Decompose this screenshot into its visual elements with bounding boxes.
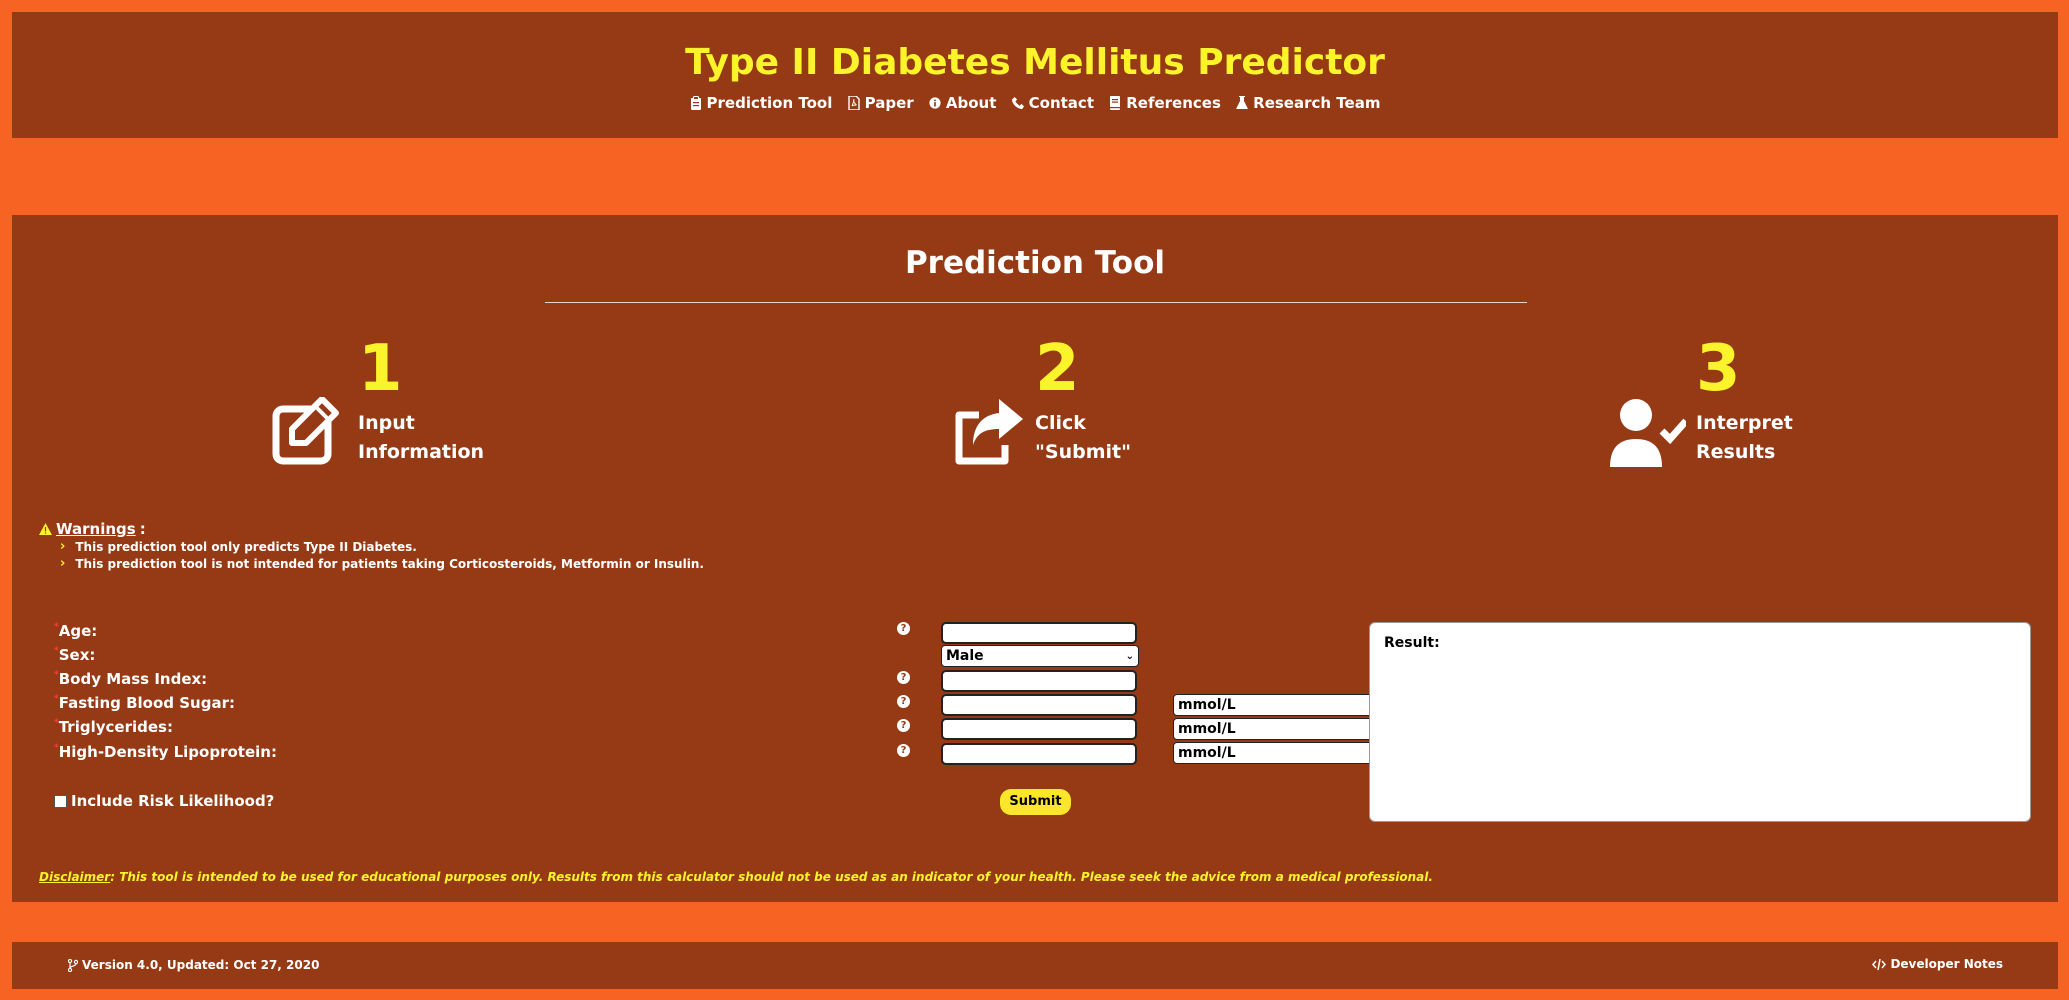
flask-icon — [1236, 96, 1249, 109]
include-risk-label: Include Risk Likelihood? — [71, 792, 275, 810]
fasting-blood-sugar-unit-select[interactable]: mmol/L⌄ — [1173, 694, 1396, 716]
step-label: Click "Submit" — [1035, 412, 1132, 463]
hdl-label: *High-Density Lipoprotein: — [54, 743, 277, 761]
chevron-right-icon: › — [60, 539, 66, 554]
nav-label: References — [1126, 94, 1221, 112]
section-title: Prediction Tool — [904, 245, 1166, 281]
site-title: Type II Diabetes Mellitus Predictor — [685, 42, 1385, 83]
site-footer: Version 4.0, Updated: Oct 27, 2020 Devel… — [12, 942, 2058, 989]
book-icon — [1110, 96, 1121, 110]
nav-research-team[interactable]: Research Team — [1236, 94, 1380, 112]
fasting-blood-sugar-input[interactable] — [941, 694, 1137, 716]
include-risk-checkbox[interactable] — [54, 794, 67, 808]
prediction-tool-section: Prediction Tool 1 Input Information 2 Cli… — [12, 215, 2058, 902]
warning-item: › This prediction tool is not intended f… — [60, 556, 704, 571]
warning-icon — [39, 523, 52, 535]
user-check-icon — [1610, 397, 1689, 467]
step-number: 2 — [1035, 332, 1080, 406]
result-textarea[interactable]: Result: — [1369, 622, 2031, 822]
share-icon — [949, 397, 1025, 467]
nav-label: Paper — [864, 94, 914, 112]
hdl-input[interactable] — [941, 743, 1137, 765]
phone-icon — [1011, 97, 1024, 109]
nav-about[interactable]: About — [929, 94, 997, 112]
fasting-blood-sugar-help-icon[interactable]: ? — [897, 695, 910, 708]
sex-label: *Sex: — [54, 646, 96, 664]
triglycerides-input[interactable] — [941, 718, 1137, 740]
chevron-down-icon: ⌄ — [1125, 650, 1134, 662]
divider — [545, 302, 1527, 303]
age-label: *Age: — [54, 622, 98, 640]
developer-notes-link[interactable]: Developer Notes — [1872, 957, 2003, 971]
step-label: Interpret Results — [1696, 412, 1793, 463]
nav-label: About — [945, 94, 997, 112]
triglycerides-label: *Triglycerides: — [54, 718, 173, 736]
bmi-help-icon[interactable]: ? — [897, 671, 910, 684]
fasting-blood-sugar-label: *Fasting Blood Sugar: — [54, 694, 235, 712]
bmi-input[interactable] — [941, 670, 1137, 692]
sex-select[interactable]: Male ⌄ — [941, 645, 1139, 667]
age-input[interactable] — [941, 622, 1137, 644]
chevron-right-icon: › — [60, 556, 66, 571]
nav-contact[interactable]: Contact — [1011, 94, 1094, 112]
disclaimer: Disclaimer: This tool is intended to be … — [39, 870, 1433, 884]
nav-paper[interactable]: Paper — [847, 94, 914, 112]
nav-label: Research Team — [1253, 94, 1381, 112]
nav-label: Contact — [1028, 94, 1094, 112]
clipboard-icon — [690, 96, 701, 110]
file-pdf-icon — [847, 96, 860, 110]
nav-label: Prediction Tool — [706, 94, 833, 112]
version-info: Version 4.0, Updated: Oct 27, 2020 — [68, 958, 319, 972]
warnings-heading: Warnings: — [39, 520, 146, 538]
code-icon — [1872, 958, 1887, 970]
submit-button[interactable]: Submit — [1000, 789, 1071, 815]
info-circle-icon — [929, 97, 941, 109]
warning-item: › This prediction tool only predicts Typ… — [60, 539, 417, 554]
hdl-unit-select[interactable]: mmol/L⌄ — [1173, 742, 1396, 764]
main-nav: Prediction Tool Paper About Contact Refe… — [12, 94, 2058, 114]
result-label: Result: — [1384, 635, 1440, 651]
edit-icon — [272, 396, 348, 467]
code-branch-icon — [68, 958, 78, 972]
nav-prediction-tool[interactable]: Prediction Tool — [690, 94, 833, 112]
age-help-icon[interactable]: ? — [897, 622, 910, 635]
bmi-label: *Body Mass Index: — [54, 670, 208, 688]
step-label: Input Information — [358, 412, 485, 463]
step-number: 1 — [358, 332, 403, 406]
site-header: Type II Diabetes Mellitus Predictor Pred… — [12, 12, 2058, 138]
triglycerides-unit-select[interactable]: mmol/L⌄ — [1173, 718, 1396, 740]
include-risk-row: Include Risk Likelihood? — [54, 792, 274, 810]
nav-references[interactable]: References — [1109, 94, 1221, 112]
step-number: 3 — [1696, 332, 1741, 406]
hdl-help-icon[interactable]: ? — [897, 744, 910, 757]
triglycerides-help-icon[interactable]: ? — [897, 719, 910, 732]
